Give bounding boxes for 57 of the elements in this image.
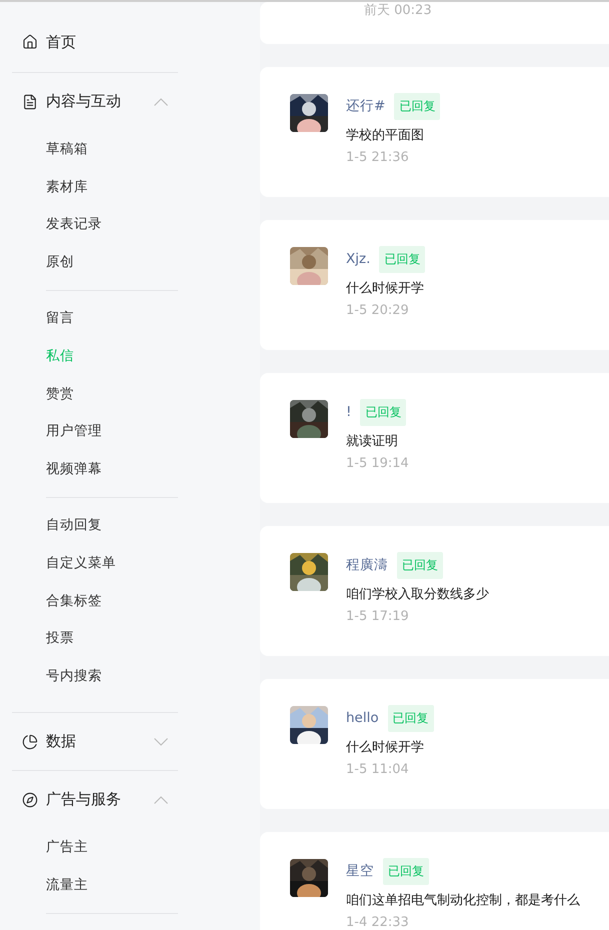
message-time: 1-4 22:33 (346, 914, 410, 930)
sender-name: ! (346, 404, 352, 420)
message-card[interactable]: 还行# 已回复 学校的平面图 1-5 21:36 (260, 67, 609, 197)
sidebar-subitem[interactable]: 流量主 (12, 866, 260, 904)
message-time: 1-5 19:14 (346, 455, 409, 473)
sender-name: 还行# (346, 97, 386, 115)
sidebar-subitem[interactable]: 原创 (12, 243, 260, 282)
document-icon (22, 94, 38, 110)
message-time: 前天 00:23 (364, 2, 432, 20)
sidebar-subitem[interactable]: 草稿箱 (12, 130, 260, 168)
chevron-up-icon (154, 98, 168, 106)
message-card[interactable]: Xjz. 已回复 什么时候开学 1-5 20:29 (260, 220, 609, 350)
sender-name: 星空 (346, 862, 374, 880)
status-badge: 已回复 (388, 704, 434, 732)
status-badge: 已回复 (360, 398, 406, 426)
sender-name: 程廣濤 (346, 556, 388, 574)
sidebar-subitem[interactable]: 投票 (12, 620, 260, 658)
sidebar-subitem[interactable]: 视频弹幕 (12, 450, 260, 488)
sender-name: hello (346, 710, 379, 726)
sidebar-subitem[interactable]: 合集标签 (12, 582, 260, 620)
sidebar-subitem[interactable]: 自定义菜单 (12, 544, 260, 582)
sender-name: Xjz. (346, 251, 370, 267)
status-badge: 已回复 (383, 858, 429, 884)
sidebar-item[interactable]: 内容与互动 (12, 73, 178, 130)
message-text: 什么时候开学 (346, 280, 425, 298)
status-badge: 已回复 (394, 92, 440, 120)
status-badge: 已回复 (379, 246, 426, 272)
chevron-up-icon (154, 796, 168, 804)
message-text: 咱们学校入取分数线多少 (346, 586, 489, 604)
status-badge: 已回复 (397, 552, 443, 578)
home-icon (22, 34, 38, 50)
compass-icon (22, 792, 38, 808)
sidebar-subitem[interactable]: 赞赏 (12, 374, 260, 413)
sidebar-item[interactable]: 数据 (12, 713, 178, 770)
sidebar-item[interactable]: 广告与服务 (12, 771, 178, 828)
message-time: 1-5 17:19 (346, 608, 410, 626)
sidebar-subitem[interactable]: 发表记录 (12, 206, 260, 244)
sidebar-subitem[interactable]: 自动回复 (12, 506, 260, 544)
sidebar-subitem[interactable]: 素材库 (12, 168, 260, 206)
message-text: 学校的平面图 (346, 127, 425, 145)
message-card[interactable]: 程廣濤 已回复 咱们学校入取分数线多少 1-5 17:19 (260, 526, 609, 656)
sidebar-subitem[interactable]: 留言 (12, 299, 260, 337)
message-text: 就读证明 (346, 433, 399, 451)
message-time: 1-5 20:29 (346, 302, 410, 320)
pie-chart-icon (22, 734, 38, 750)
sidebar-item[interactable]: 首页 (12, 12, 178, 72)
sidebar-subitem[interactable]: 用户管理 (12, 412, 260, 450)
message-card[interactable]: ! 已回复 就读证明 1-5 19:14 (260, 373, 609, 503)
message-card[interactable]: hello 已回复 什么时候开学 1-5 11:04 (260, 679, 609, 809)
message-text: 咱们这单招电气制动化控制，都是考什么 (346, 892, 580, 910)
message-card[interactable]: 星空 已回复 咱们这单招电气制动化控制，都是考什么 1-4 22:33 (260, 832, 609, 930)
message-text: 什么时候开学 (346, 739, 425, 757)
sidebar-subitem[interactable]: 号内搜索 (12, 657, 260, 696)
message-time: 1-5 11:04 (346, 761, 410, 779)
chevron-down-icon (154, 738, 168, 746)
sidebar-subitem[interactable]: 广告主 (12, 828, 260, 866)
message-time: 1-5 21:36 (346, 149, 410, 167)
